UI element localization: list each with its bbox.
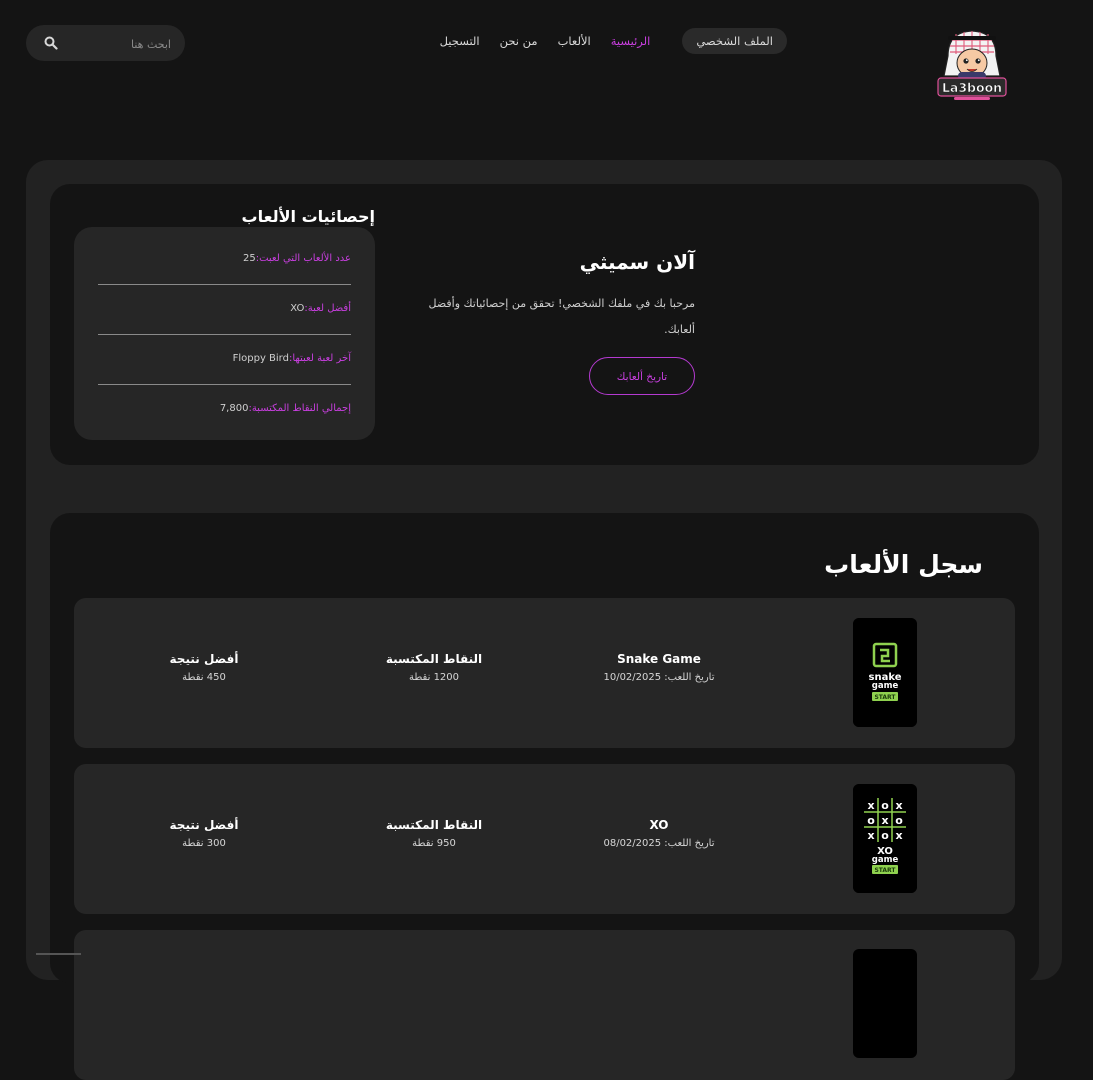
game-history-button[interactable]: تاريخ ألعابك [589, 357, 695, 395]
top-navbar: الملف الشخصي الرئيسية الألعاب من نحن الت… [0, 0, 1093, 110]
nav-links: الملف الشخصي الرئيسية الألعاب من نحن الت… [440, 26, 787, 56]
svg-text:x: x [895, 829, 902, 842]
search-icon[interactable] [44, 36, 58, 50]
game-thumbnail [853, 949, 917, 1058]
game-name: XO [649, 818, 669, 832]
welcome-text: مرحبا بك في ملفك الشخصي! تحقق من إحصائيا… [428, 297, 695, 336]
profile-name: آلان سميثي [579, 250, 695, 274]
site-logo[interactable]: La3boon [934, 26, 1010, 104]
svg-text:o: o [881, 829, 889, 842]
best-label: أفضل نتيجة [169, 818, 239, 832]
game-date: تاريخ اللعب: 08/02/2025 [603, 838, 715, 849]
best-label: أفضل نتيجة [169, 652, 239, 666]
stat-row-last-game: آخر لعبة لعبتها:Floppy Bird [98, 353, 351, 364]
logo-text: La3boon [942, 80, 1002, 95]
svg-text:o: o [895, 814, 903, 827]
svg-text:x: x [895, 799, 902, 812]
game-date: تاريخ اللعب: 10/02/2025 [603, 672, 715, 683]
game-name: Snake Game [617, 652, 701, 666]
svg-text:o: o [867, 814, 875, 827]
history-title: سجل الألعاب [824, 550, 983, 579]
search-input[interactable] [69, 33, 173, 55]
points-value: 950 نقطة [412, 838, 456, 849]
game-history-item[interactable] [74, 930, 1015, 1080]
snake-game-thumbnail: snake game START [853, 618, 917, 727]
nav-link-profile[interactable]: الملف الشخصي [682, 28, 787, 54]
points-value: 1200 نقطة [408, 672, 460, 683]
stats-title: إحصائيات الألعاب [241, 207, 375, 226]
game-points: النقاط المكتسبة 950 نقطة [369, 818, 499, 849]
xo-game-thumbnail: xox oxo xox XO game START [853, 784, 917, 893]
stat-label: عدد الألعاب التي لعبت: [255, 253, 351, 264]
game-history-item[interactable]: snake game START Snake Game تاريخ اللعب:… [74, 598, 1015, 748]
game-info: XO تاريخ اللعب: 08/02/2025 [584, 818, 734, 849]
svg-text:o: o [881, 799, 889, 812]
stat-value: 7,800 [219, 403, 249, 414]
thumb-subtitle: game [872, 855, 899, 865]
nav-link-register[interactable]: التسجيل [440, 34, 480, 48]
stats-box: عدد الألعاب التي لعبت:25 أفضل لعبة:XO آخ… [74, 227, 375, 440]
stat-label: أفضل لعبة: [304, 303, 351, 314]
svg-text:x: x [867, 829, 874, 842]
game-best: أفضل نتيجة 450 نقطة [154, 652, 254, 683]
game-info: Snake Game تاريخ اللعب: 10/02/2025 [584, 652, 734, 683]
divider [98, 284, 351, 285]
game-points: النقاط المكتسبة 1200 نقطة [369, 652, 499, 683]
game-best: أفضل نتيجة 300 نقطة [154, 818, 254, 849]
thumb-start: START [874, 867, 896, 874]
nav-link-home[interactable]: الرئيسية [611, 34, 651, 48]
game-history-item[interactable]: xox oxo xox XO game START XO تاريخ اللعب… [74, 764, 1015, 914]
divider [98, 384, 351, 385]
stat-value: 25 [242, 253, 256, 264]
best-value: 450 نقطة [182, 672, 226, 683]
stat-row-best-game: أفضل لعبة:XO [98, 303, 351, 314]
nav-link-about[interactable]: من نحن [500, 34, 538, 48]
svg-text:x: x [881, 814, 888, 827]
thumb-start: START [874, 694, 896, 701]
stat-value: XO [290, 303, 305, 314]
svg-text:x: x [867, 799, 874, 812]
nav-link-games[interactable]: الألعاب [558, 34, 591, 48]
stat-row-total-points: إجمالي النقاط المكتسبة:7,800 [98, 403, 351, 414]
search-box[interactable] [26, 25, 185, 61]
best-value: 300 نقطة [182, 838, 226, 849]
stat-value: Floppy Bird [232, 353, 289, 364]
stat-row-games-played: عدد الألعاب التي لعبت:25 [98, 253, 351, 264]
points-label: النقاط المكتسبة [385, 818, 483, 832]
divider [98, 334, 351, 335]
points-label: النقاط المكتسبة [385, 652, 483, 666]
thumb-subtitle: game [872, 681, 899, 691]
stat-label: آخر لعبة لعبتها: [288, 353, 351, 364]
stat-label: إجمالي النقاط المكتسبة: [248, 403, 351, 414]
